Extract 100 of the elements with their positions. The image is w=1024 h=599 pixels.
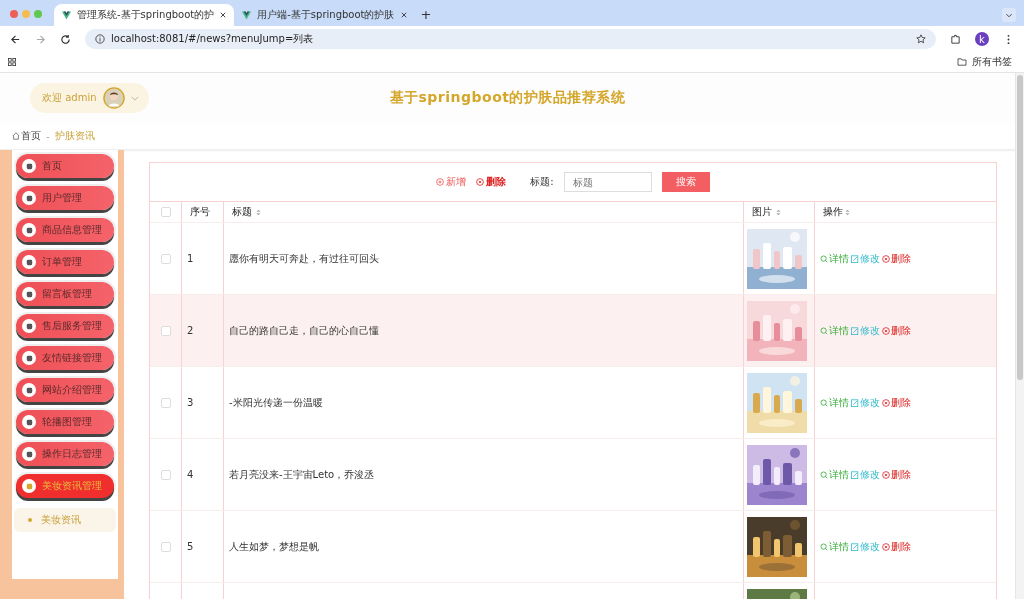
details-link[interactable]: 详情 [820, 251, 849, 266]
back-icon[interactable] [10, 33, 21, 45]
menu-label[interactable]: 友情链接管理 [42, 351, 102, 365]
search-button[interactable]: 搜索 [661, 172, 710, 192]
edit-link[interactable]: 修改 [851, 251, 880, 266]
table-cell: 人生如梦，梦想是帆 [229, 539, 319, 554]
breadcrumb-link[interactable]: 护肤资讯 [54, 129, 95, 143]
reload-icon[interactable] [60, 33, 71, 45]
menu-label[interactable]: 订单管理 [42, 255, 82, 269]
checkbox[interactable] [160, 397, 171, 408]
delete-link[interactable]: 删除 [882, 539, 911, 554]
bookmarks-button[interactable]: 所有书签 [957, 55, 1016, 69]
sidebar-item[interactable]: 美妆资讯管理 [16, 474, 114, 498]
chevron-down-icon[interactable] [130, 95, 139, 101]
sidebar-item[interactable]: 订单管理 [16, 250, 114, 274]
apps-grid-icon[interactable] [8, 58, 16, 66]
address-bar[interactable]: localhost:8081/#/news?menuJump=列表 [85, 29, 936, 49]
sidebar-item[interactable]: 操作日志管理 [16, 442, 114, 466]
menu-label[interactable]: 美妆资讯管理 [42, 479, 102, 493]
menu-label[interactable]: 首页 [42, 159, 62, 173]
x-circle-icon [882, 254, 890, 263]
close-icon[interactable] [400, 12, 407, 18]
folder-icon [957, 58, 967, 66]
search-icon [820, 254, 828, 263]
minimize-window-button[interactable] [22, 10, 30, 18]
sidebar-item[interactable]: 留言板管理 [16, 282, 114, 306]
sort-icon[interactable] [845, 208, 850, 216]
table-cell: 自己的路自己走，自己的心自己懂 [229, 323, 379, 338]
menu-label[interactable]: 轮播图管理 [42, 415, 92, 429]
checkbox[interactable] [160, 207, 171, 217]
edit-link[interactable]: 修改 [851, 467, 880, 482]
edit-link[interactable]: 修改 [851, 323, 880, 338]
star-icon[interactable] [916, 34, 926, 44]
delete-link[interactable]: 删除 [882, 251, 911, 266]
column-header[interactable]: 序号 [190, 205, 210, 219]
details-link[interactable]: 详情 [820, 467, 849, 482]
search-icon [820, 398, 828, 407]
close-icon[interactable] [220, 12, 227, 18]
scrollbar-thumb[interactable] [1017, 75, 1023, 380]
table-row[interactable]: 2 自己的路自己走，自己的心自己懂 详情 修改 删除 [150, 295, 996, 367]
sidebar-item[interactable]: 商品信息管理 [16, 218, 114, 242]
checkbox[interactable] [160, 469, 171, 480]
delete-button[interactable]: 删除 [476, 175, 507, 189]
forward-icon[interactable] [35, 33, 46, 45]
menu-label[interactable]: 网站介绍管理 [42, 383, 102, 397]
welcome-text[interactable]: 欢迎 admin [42, 91, 97, 105]
table-row[interactable]: 4 若月亮没来-王宇宙Leto，乔浚丞 详情 修改 删除 [150, 439, 996, 511]
column-header[interactable]: 标题 [232, 205, 252, 219]
menu-label[interactable]: 商品信息管理 [42, 223, 102, 237]
menu-label[interactable]: 留言板管理 [42, 287, 92, 301]
sidebar-item[interactable]: 首页 [16, 154, 114, 178]
vue-logo-icon [62, 10, 71, 20]
details-link[interactable]: 详情 [820, 539, 849, 554]
details-link[interactable]: 详情 [820, 395, 849, 410]
search-icon [820, 326, 828, 335]
browser-tab[interactable]: 用户端-基于springboot的护肤 [234, 4, 415, 26]
delete-link[interactable]: 删除 [882, 323, 911, 338]
search-field[interactable]: 标题 [563, 172, 652, 192]
breadcrumb-separator: - [46, 130, 50, 142]
plus-circle-icon [436, 178, 445, 186]
sidebar-item[interactable]: 网站介绍管理 [16, 378, 114, 402]
menu-label[interactable]: 操作日志管理 [42, 447, 102, 461]
breadcrumb-link[interactable]: 首页 [21, 129, 41, 143]
checkbox[interactable] [160, 325, 171, 336]
table-row[interactable]: 3 -米阳光传递一份温暖 详情 修改 删除 [150, 367, 996, 439]
close-window-button[interactable] [10, 10, 18, 18]
home-icon [12, 132, 20, 140]
search-icon [820, 470, 828, 479]
edit-icon [851, 470, 859, 479]
edit-link[interactable]: 修改 [851, 395, 880, 410]
column-header[interactable]: 操作 [823, 205, 843, 219]
column-header[interactable]: 图片 [752, 205, 772, 219]
edit-link[interactable]: 修改 [851, 539, 880, 554]
checkbox[interactable] [160, 541, 171, 552]
checkbox[interactable] [160, 253, 171, 264]
menu-label[interactable]: 售后服务管理 [42, 319, 102, 333]
delete-link[interactable]: 删除 [882, 395, 911, 410]
avatar-icon[interactable] [102, 87, 125, 109]
sidebar-item[interactable]: 轮播图管理 [16, 410, 114, 434]
sort-icon[interactable] [776, 208, 781, 216]
details-link[interactable]: 详情 [820, 323, 849, 338]
browser-tab[interactable]: 管理系统-基于springboot的护 [54, 4, 235, 26]
sidebar-item[interactable]: 用户管理 [16, 186, 114, 210]
chevron-down-icon[interactable] [1002, 8, 1016, 22]
menu-label[interactable]: 用户管理 [42, 191, 82, 205]
delete-link[interactable]: 删除 [882, 467, 911, 482]
extensions-icon[interactable] [950, 33, 961, 45]
profile-avatar[interactable]: k [975, 32, 989, 46]
bookmarks-label[interactable]: 所有书签 [972, 55, 1012, 69]
user-menu[interactable]: 欢迎 admin [30, 83, 149, 113]
sort-icon[interactable] [256, 208, 261, 216]
new-tab-button[interactable]: + [414, 7, 438, 26]
maximize-window-button[interactable] [34, 10, 42, 18]
add-button[interactable]: 新增 [436, 175, 467, 189]
submenu-item[interactable]: 美妆资讯 [14, 508, 116, 532]
x-circle-icon [882, 326, 890, 335]
system-title: 基于springboot的护肤品推荐系统 [389, 89, 626, 107]
sidebar-item[interactable]: 友情链接管理 [16, 346, 114, 370]
sidebar-item[interactable]: 售后服务管理 [16, 314, 114, 338]
table-row[interactable]: 5 人生如梦，梦想是帆 详情 修改 删除 [150, 511, 996, 583]
